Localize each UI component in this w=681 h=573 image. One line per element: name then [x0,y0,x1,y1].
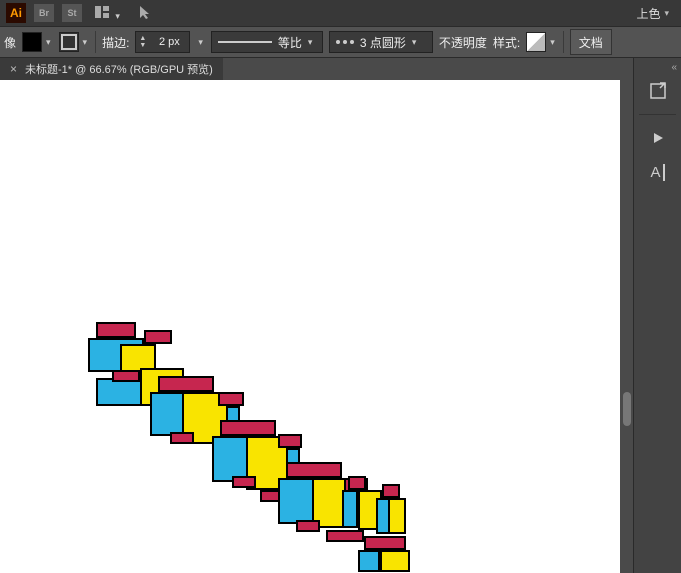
document-tabbar: × 未标题-1* @ 66.67% (RGB/GPU 预览) [0,58,633,80]
brush-label: 3 点圆形 [360,34,406,51]
dots-preview-icon [336,37,354,47]
cursor-icon[interactable] [134,2,156,25]
scale-label: 等比 [278,34,302,51]
line-preview-icon [218,41,272,43]
style-swatch-group[interactable]: ▾ [526,32,557,52]
chevron-down-icon: ▾ [548,37,557,48]
brush-select[interactable]: 3 点圆形 ▾ [329,31,433,53]
divider [95,31,96,53]
arrange-icon[interactable]: ▾ [90,3,126,24]
right-panel-strip: « A [633,58,681,573]
document-tab[interactable]: × 未标题-1* @ 66.67% (RGB/GPU 预览) [0,58,223,80]
stock-badge[interactable]: St [62,4,82,22]
artboard[interactable] [0,80,620,573]
fill-swatch[interactable] [22,32,42,52]
style-swatch[interactable] [526,32,546,52]
controlbar: 像 ▾ ▾ 描边: ▲▼ ▾ 等比 ▾ 3 点圆形 ▾ 不透明度 样式: ▾ 文… [0,26,681,58]
character-glyph: A [650,164,664,181]
coloring-dropdown[interactable]: 上色 ▾ [630,3,675,24]
bridge-badge[interactable]: Br [34,4,54,22]
document-setup-button[interactable]: 文档 [570,29,612,55]
style-label: 样式: [493,34,520,51]
stroke-width-input[interactable] [149,35,189,49]
stroke-width-stepper[interactable]: ▲▼ [135,31,190,53]
stroke-swatch[interactable] [59,32,79,52]
expand-panels-icon[interactable]: « [671,62,677,72]
chevron-down-icon: ▾ [412,37,417,48]
fill-swatch-group[interactable]: ▾ [22,32,53,52]
chevron-down-icon: ▾ [81,37,90,48]
document-tab-title: 未标题-1* @ 66.67% (RGB/GPU 预览) [25,61,213,77]
close-icon[interactable]: × [10,62,17,76]
divider [639,114,677,115]
document-area: × 未标题-1* @ 66.67% (RGB/GPU 预览) [0,58,633,573]
export-panel-button[interactable] [640,76,676,106]
coloring-label: 上色 [636,5,660,22]
divider [563,31,564,53]
chevron-down-icon: ▾ [308,37,313,48]
stroke-swatch-group[interactable]: ▾ [59,32,90,52]
chevron-down-icon: ▾ [664,8,669,19]
opacity-label[interactable]: 不透明度 [439,34,487,51]
control-prefix: 像 [4,34,16,51]
canvas[interactable] [0,80,633,573]
menubar: Ai Br St ▾ 上色 ▾ [0,0,681,26]
stroke-profile-select[interactable]: 等比 ▾ [211,31,323,53]
stroke-label: 描边: [102,34,129,51]
chevron-down-icon[interactable]: ▾ [196,37,205,48]
play-panel-button[interactable] [640,123,676,153]
chevron-down-icon: ▾ [44,37,53,48]
character-panel-button[interactable]: A [640,157,676,187]
scrollbar-thumb[interactable] [623,392,631,426]
app-logo-icon: Ai [6,3,26,23]
